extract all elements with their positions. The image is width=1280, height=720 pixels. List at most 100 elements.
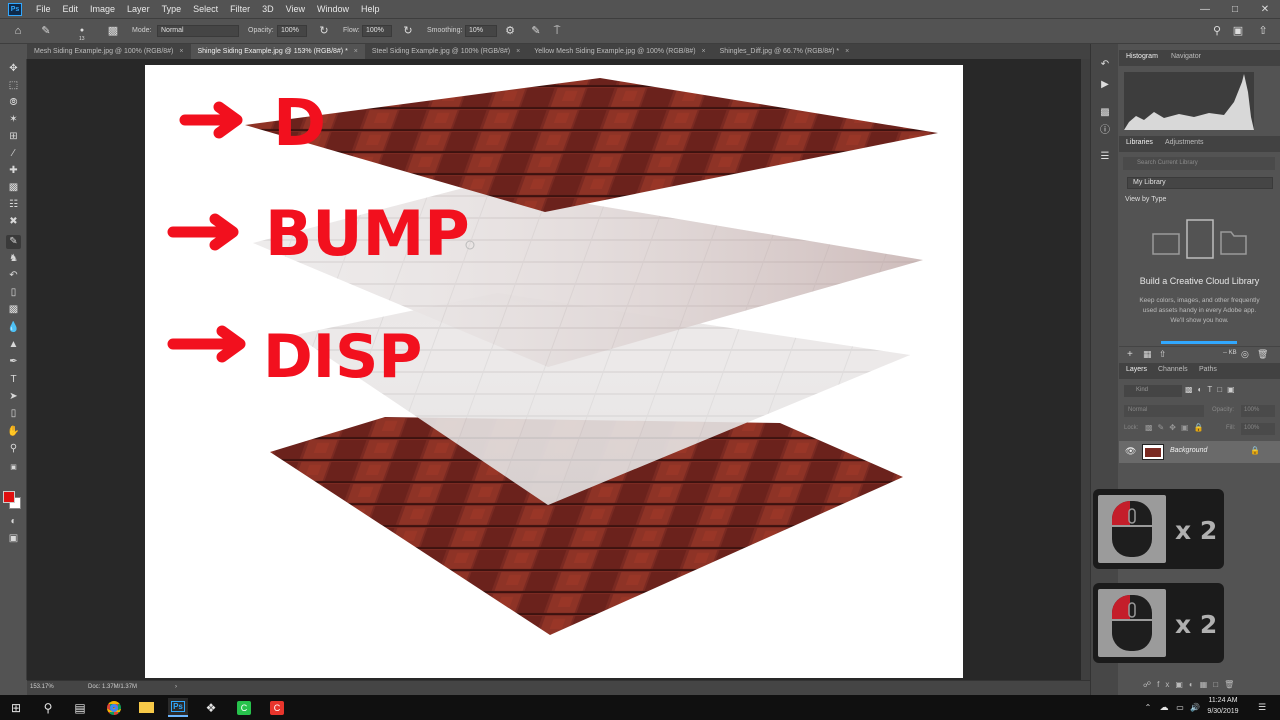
tab-close-icon[interactable]: × (354, 48, 358, 55)
menu-help[interactable]: Help (355, 4, 386, 14)
tab-close-icon[interactable]: × (702, 48, 706, 55)
clock-date[interactable]: 9/30/2019 (1203, 708, 1243, 715)
menu-layer[interactable]: Layer (121, 4, 156, 14)
brush-tool-icon[interactable]: ✎ (39, 24, 53, 38)
menu-view[interactable]: View (280, 4, 311, 14)
quick-mask-icon[interactable]: ◐ (6, 515, 21, 529)
tab-paths[interactable]: Paths (1199, 366, 1217, 373)
brush-tool-icon[interactable]: ✎ (6, 235, 21, 249)
clone-stamp-tool-icon[interactable]: ♞ (6, 252, 21, 266)
quick-select-tool-icon[interactable]: ✶ (6, 113, 21, 127)
layer-row-background[interactable]: 👁 Background 🔒 (1119, 441, 1280, 463)
eraser-tool-icon[interactable]: ▯ (6, 286, 21, 300)
library-select[interactable]: My Library (1127, 177, 1273, 189)
tab-close-icon[interactable]: × (845, 48, 849, 55)
menu-type[interactable]: Type (156, 4, 188, 14)
menu-image[interactable]: Image (84, 4, 121, 14)
tab-close-icon[interactable]: × (179, 48, 183, 55)
layer-filter-icons[interactable]: ▩◐T□▣ (1185, 385, 1275, 397)
document-canvas[interactable]: D BUMP DISP (145, 65, 963, 678)
tab-steel-siding[interactable]: Steel Siding Example.jpg @ 100% (RGB/8#)… (364, 44, 528, 59)
mode-select[interactable]: Normal (157, 25, 239, 37)
tab-shingles-diff[interactable]: Shingles_Diff.jpg @ 66.7% (RGB/8#) * × (712, 44, 857, 59)
type-tool-icon[interactable]: T (6, 373, 21, 387)
upload-icon[interactable]: ⇧ (1159, 349, 1167, 360)
opacity-field[interactable]: 100% (277, 25, 307, 37)
tab-yellow-mesh-siding[interactable]: Yellow Mesh Siding Example.jpg @ 100% (R… (527, 44, 713, 59)
eraser-like-tool-icon[interactable]: ▩ (6, 181, 21, 195)
layers-footer-icons[interactable]: ☍fx▣◐▦□🗑 (1119, 677, 1280, 693)
view-by-type-dropdown[interactable]: View by Type (1125, 196, 1166, 203)
layer-blend-mode-select[interactable]: Normal (1124, 405, 1204, 417)
history-icon[interactable]: ↶ (1098, 58, 1112, 72)
notifications-icon[interactable]: ☰ (1252, 698, 1272, 717)
chrome-icon[interactable] (104, 698, 124, 717)
menu-select[interactable]: Select (187, 4, 224, 14)
layer-name[interactable]: Background (1170, 447, 1207, 454)
properties-icon[interactable]: ▩ (1098, 106, 1112, 120)
zoom-level[interactable]: 153.17% (30, 684, 54, 690)
add-asset-icon[interactable]: + (1127, 349, 1133, 360)
library-search-input[interactable]: Search Current Library (1123, 157, 1275, 170)
smoothing-field[interactable]: 10% (465, 25, 497, 37)
workspace-icon[interactable]: ▣ (1231, 24, 1245, 38)
close-window-icon[interactable]: ✕ (1250, 0, 1280, 18)
pressure-size-icon[interactable]: ✎ (529, 24, 543, 38)
smoothing-options-gear-icon[interactable]: ⚙ (503, 24, 517, 38)
layer-opacity-field[interactable]: 100% (1241, 405, 1275, 417)
tab-shingle-siding[interactable]: Shingle Siding Example.jpg @ 153% (RGB/8… (190, 44, 365, 59)
history-brush-tool-icon[interactable]: ↶ (6, 269, 21, 283)
patch-tool-icon[interactable]: ✖ (6, 215, 21, 229)
menu-filter[interactable]: Filter (224, 4, 256, 14)
fill-field[interactable]: 100% (1241, 423, 1275, 435)
task-view-icon[interactable]: ▤ (70, 698, 90, 717)
move-tool-icon[interactable]: ✥ (6, 62, 21, 76)
crop-tool-icon[interactable]: ⊞ (6, 130, 21, 144)
airbrush-icon[interactable]: ↻ (401, 24, 415, 38)
blur-tool-icon[interactable]: 💧 (6, 321, 21, 335)
menu-window[interactable]: Window (311, 4, 355, 14)
windows-start-icon[interactable]: ⊞ (6, 698, 26, 717)
photoshop-taskbar-icon[interactable]: Ps (168, 698, 188, 717)
healing-brush-tool-icon[interactable]: ✚ (6, 164, 21, 178)
status-menu-arrow-icon[interactable]: › (175, 684, 177, 690)
path-select-tool-icon[interactable]: ➤ (6, 390, 21, 404)
brush-settings-icon[interactable]: ▩ (106, 24, 120, 38)
tab-libraries[interactable]: Libraries (1126, 139, 1153, 146)
red-app-icon[interactable]: C (267, 698, 287, 717)
menu-file[interactable]: File (30, 4, 57, 14)
folder-icon[interactable]: ▦ (1143, 349, 1152, 360)
symmetry-icon[interactable]: ⍑ (550, 24, 564, 38)
sync-icon[interactable]: ◎ (1241, 349, 1249, 360)
delete-icon[interactable]: 🗑 (1257, 349, 1268, 360)
dodge-tool-icon[interactable]: ▲ (6, 338, 21, 352)
marquee-tool-icon[interactable]: ⬚ (6, 79, 21, 93)
menu-edit[interactable]: Edit (57, 4, 85, 14)
share-icon[interactable]: ⇧ (1256, 24, 1270, 38)
layer-visibility-eye-icon[interactable]: 👁 (1125, 446, 1136, 457)
pen-tool-icon[interactable]: ✒ (6, 355, 21, 369)
tab-adjustments[interactable]: Adjustments (1165, 139, 1204, 146)
stamp-tool-icon[interactable]: ☷ (6, 198, 21, 212)
foreground-color-swatch[interactable] (3, 491, 15, 503)
gradient-tool-icon[interactable]: ▩ (6, 303, 21, 317)
minimize-icon[interactable]: — (1190, 0, 1220, 18)
tab-mesh-siding[interactable]: Mesh Siding Example.jpg @ 100% (RGB/8#) × (27, 44, 191, 59)
layer-kind-filter[interactable]: Kind (1124, 385, 1182, 397)
flow-field[interactable]: 100% (362, 25, 392, 37)
app-icon[interactable]: ❖ (201, 698, 221, 717)
tab-channels[interactable]: Channels (1158, 366, 1188, 373)
menu-3d[interactable]: 3D (256, 4, 280, 14)
search-icon[interactable]: ⚲ (38, 698, 58, 717)
eyedropper-tool-icon[interactable]: ∕ (6, 147, 21, 161)
tab-close-icon[interactable]: × (516, 48, 520, 55)
default-colors-icon[interactable]: ▣ (6, 461, 21, 475)
brush-preset-picker[interactable]: ● 13 (75, 24, 89, 42)
tab-layers[interactable]: Layers (1126, 366, 1147, 373)
lasso-tool-icon[interactable]: ⦾ (6, 96, 21, 110)
green-app-icon[interactable]: C (234, 698, 254, 717)
canvas-workspace[interactable]: D BUMP DISP (27, 59, 1081, 680)
actions-play-icon[interactable]: ▶ (1098, 78, 1112, 92)
clock-time[interactable]: 11:24 AM (1203, 697, 1243, 704)
brush-panel-icon[interactable]: ☰ (1098, 150, 1112, 164)
